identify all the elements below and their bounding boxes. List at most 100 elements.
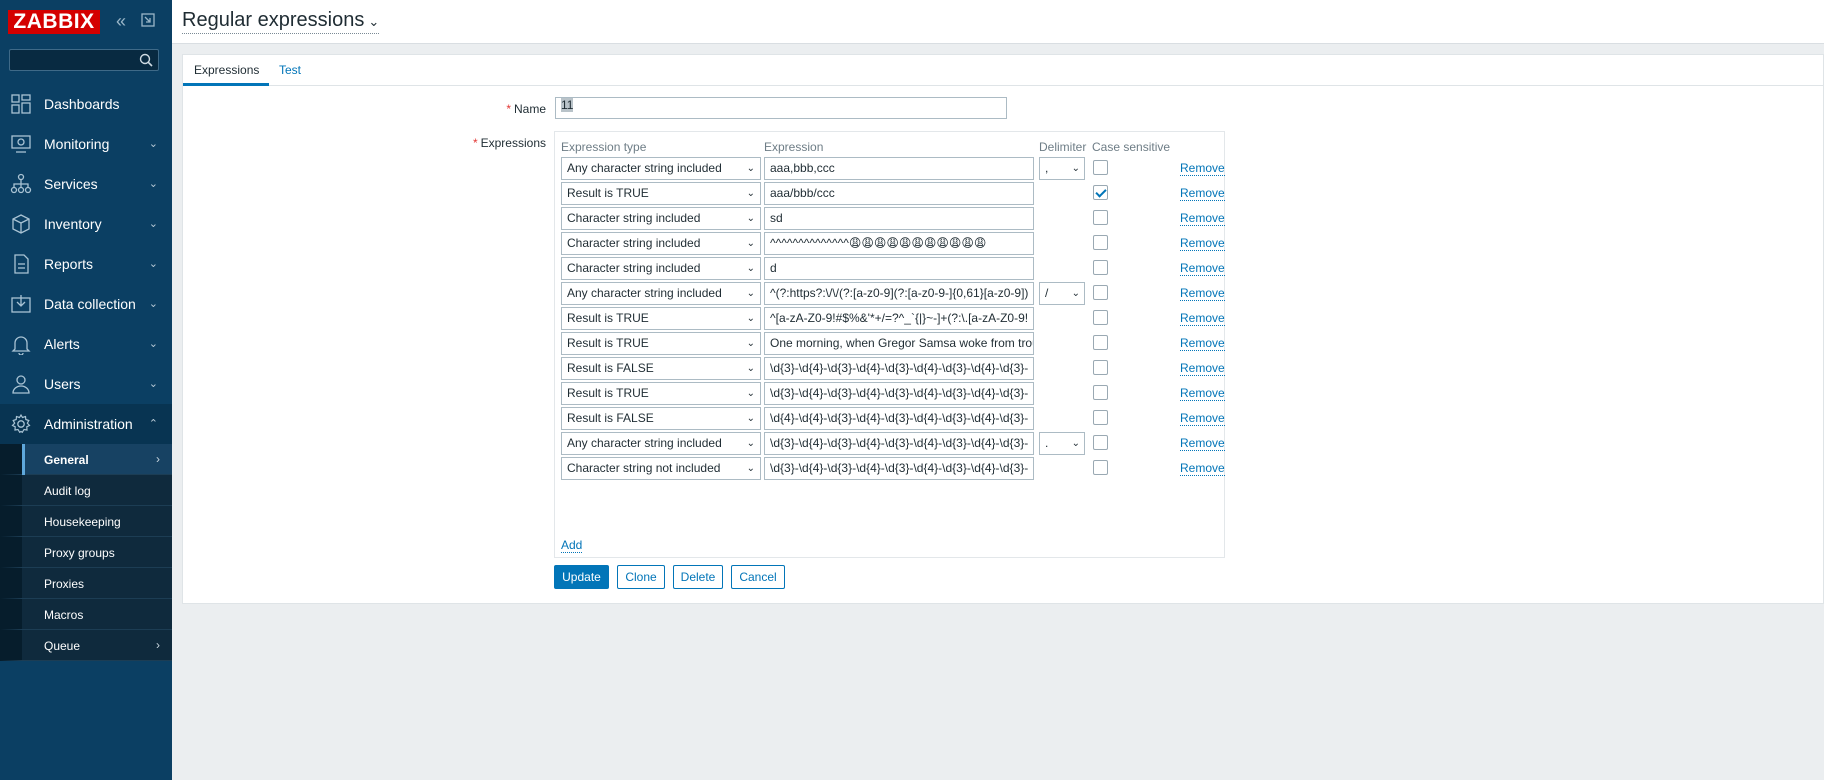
case-sensitive-checkbox[interactable]: [1093, 235, 1108, 250]
expression-input[interactable]: \d{3}-\d{4}-\d{3}-\d{4}-\d{3}-\d{4}-\d{3…: [764, 357, 1034, 380]
expressions-table: Expression type Expression Delimiter Cas…: [554, 131, 1225, 558]
sidebar-item-administration[interactable]: Administration ⌃: [0, 404, 172, 444]
remove-expression-link[interactable]: Remove: [1180, 411, 1225, 426]
expression-type-select[interactable]: Result is TRUE ⌄: [561, 332, 761, 355]
submenu-item-proxy-groups[interactable]: Proxy groups: [0, 537, 172, 568]
expression-input[interactable]: aaa/bbb/ccc: [764, 182, 1034, 205]
sidebar-item-label: Users: [44, 376, 81, 392]
page-header: Regular expressions ⌄: [172, 0, 1824, 44]
remove-expression-link[interactable]: Remove: [1180, 186, 1225, 201]
expression-input[interactable]: ^[a-zA-Z0-9!#$%&'*+/=?^_`{|}~-]+(?:\.[a-…: [764, 307, 1034, 330]
delete-button[interactable]: Delete: [673, 565, 723, 589]
sidebar-item-alerts[interactable]: Alerts ⌄: [0, 324, 172, 364]
tab-test[interactable]: Test: [279, 63, 301, 77]
page-title-dropdown[interactable]: Regular expressions ⌄: [182, 9, 380, 34]
sidebar-item-data-collection[interactable]: Data collection ⌄: [0, 284, 172, 324]
delimiter-value: ,: [1045, 161, 1049, 175]
expression-type-select[interactable]: Result is FALSE ⌄: [561, 357, 761, 380]
submenu-item-queue[interactable]: Queue ›: [0, 630, 172, 661]
remove-expression-link[interactable]: Remove: [1180, 461, 1225, 476]
submenu-item-label: Proxy groups: [44, 546, 115, 560]
update-button[interactable]: Update: [554, 565, 609, 589]
expression-input[interactable]: \d{3}-\d{4}-\d{3}-\d{4}-\d{3}-\d{4}-\d{3…: [764, 432, 1034, 455]
delimiter-select[interactable]: , ⌄: [1039, 157, 1085, 180]
expression-input[interactable]: ^^^^^^^^^^^^^^😩😩😩😩😩😩😩😩😩😩😩: [764, 232, 1034, 255]
search-input[interactable]: [10, 50, 134, 70]
kiosk-mode-icon[interactable]: [141, 13, 155, 31]
case-sensitive-checkbox[interactable]: [1093, 460, 1108, 475]
case-sensitive-checkbox[interactable]: [1093, 185, 1108, 200]
expression-input[interactable]: \d{3}-\d{4}-\d{3}-\d{4}-\d{3}-\d{4}-\d{3…: [764, 382, 1034, 405]
collapse-sidebar-icon[interactable]: «: [116, 12, 126, 30]
zabbix-logo[interactable]: ZABBIX: [8, 10, 100, 34]
expression-input[interactable]: \d{3}-\d{4}-\d{3}-\d{4}-\d{3}-\d{4}-\d{3…: [764, 457, 1034, 480]
expression-type-value: Result is FALSE: [567, 361, 654, 375]
sidebar-item-reports[interactable]: Reports ⌄: [0, 244, 172, 284]
chevron-down-icon: ⌄: [148, 218, 158, 230]
expression-input[interactable]: \d{4}-\d{4}-\d{3}-\d{4}-\d{3}-\d{4}-\d{3…: [764, 407, 1034, 430]
chevron-down-icon: ⌄: [746, 388, 755, 399]
expression-value: sd: [770, 211, 783, 225]
expression-type-select[interactable]: Any character string included ⌄: [561, 157, 761, 180]
delimiter-select[interactable]: . ⌄: [1039, 432, 1085, 455]
delimiter-select[interactable]: / ⌄: [1039, 282, 1085, 305]
column-header-case-sensitive: Case sensitive: [1092, 140, 1171, 154]
case-sensitive-checkbox[interactable]: [1093, 335, 1108, 350]
case-sensitive-checkbox[interactable]: [1093, 160, 1108, 175]
case-sensitive-checkbox[interactable]: [1093, 360, 1108, 375]
sidebar-item-inventory[interactable]: Inventory ⌄: [0, 204, 172, 244]
sidebar: ZABBIX « Dashboards Monitoring ⌄ Service…: [0, 0, 172, 780]
remove-expression-link[interactable]: Remove: [1180, 336, 1225, 351]
clone-button[interactable]: Clone: [617, 565, 665, 589]
case-sensitive-checkbox[interactable]: [1093, 260, 1108, 275]
expression-type-select[interactable]: Result is TRUE ⌄: [561, 307, 761, 330]
remove-expression-link[interactable]: Remove: [1180, 261, 1225, 276]
submenu-item-general[interactable]: General ›: [0, 444, 172, 475]
submenu-item-macros[interactable]: Macros: [0, 599, 172, 630]
remove-expression-link[interactable]: Remove: [1180, 311, 1225, 326]
expression-input[interactable]: d: [764, 257, 1034, 280]
search-icon[interactable]: [139, 53, 153, 67]
cancel-button[interactable]: Cancel: [731, 565, 785, 589]
remove-expression-link[interactable]: Remove: [1180, 161, 1225, 176]
expression-input[interactable]: ^(?:https?:\/\/(?:[a-z0-9](?:[a-z0-9-]{0…: [764, 282, 1034, 305]
submenu-item-proxies[interactable]: Proxies: [0, 568, 172, 599]
sidebar-item-monitoring[interactable]: Monitoring ⌄: [0, 124, 172, 164]
case-sensitive-checkbox[interactable]: [1093, 210, 1108, 225]
expression-type-select[interactable]: Character string included ⌄: [561, 207, 761, 230]
sidebar-item-services[interactable]: Services ⌄: [0, 164, 172, 204]
case-sensitive-checkbox[interactable]: [1093, 310, 1108, 325]
remove-expression-link[interactable]: Remove: [1180, 286, 1225, 301]
expression-input[interactable]: sd: [764, 207, 1034, 230]
expression-type-select[interactable]: Any character string included ⌄: [561, 282, 761, 305]
tab-expressions[interactable]: Expressions: [194, 63, 259, 77]
name-input[interactable]: 11: [555, 97, 1007, 119]
submenu-item-audit-log[interactable]: Audit log: [0, 475, 172, 506]
expression-type-select[interactable]: Character string included ⌄: [561, 232, 761, 255]
add-expression-link[interactable]: Add: [561, 539, 583, 553]
column-header-expression: Expression: [764, 140, 824, 154]
chevron-down-icon: ⌄: [148, 378, 158, 390]
expression-type-select[interactable]: Result is TRUE ⌄: [561, 182, 761, 205]
sidebar-item-dashboards[interactable]: Dashboards: [0, 84, 172, 124]
remove-expression-link[interactable]: Remove: [1180, 236, 1225, 251]
expression-type-select[interactable]: Result is FALSE ⌄: [561, 407, 761, 430]
remove-expression-link[interactable]: Remove: [1180, 211, 1225, 226]
expression-input[interactable]: aaa,bbb,ccc: [764, 157, 1034, 180]
submenu-item-housekeeping[interactable]: Housekeeping: [0, 506, 172, 537]
remove-expression-link[interactable]: Remove: [1180, 361, 1225, 376]
expression-type-select[interactable]: Character string included ⌄: [561, 257, 761, 280]
expression-type-select[interactable]: Any character string included ⌄: [561, 432, 761, 455]
sidebar-item-users[interactable]: Users ⌄: [0, 364, 172, 404]
case-sensitive-checkbox[interactable]: [1093, 385, 1108, 400]
expression-type-select[interactable]: Result is TRUE ⌄: [561, 382, 761, 405]
page-title: Regular expressions: [182, 9, 365, 31]
expression-type-select[interactable]: Character string not included ⌄: [561, 457, 761, 480]
remove-expression-link[interactable]: Remove: [1180, 436, 1225, 451]
case-sensitive-checkbox[interactable]: [1093, 285, 1108, 300]
remove-expression-link[interactable]: Remove: [1180, 386, 1225, 401]
sidebar-item-label: Monitoring: [44, 136, 110, 152]
expression-input[interactable]: One morning, when Gregor Samsa woke from…: [764, 332, 1034, 355]
case-sensitive-checkbox[interactable]: [1093, 435, 1108, 450]
case-sensitive-checkbox[interactable]: [1093, 410, 1108, 425]
